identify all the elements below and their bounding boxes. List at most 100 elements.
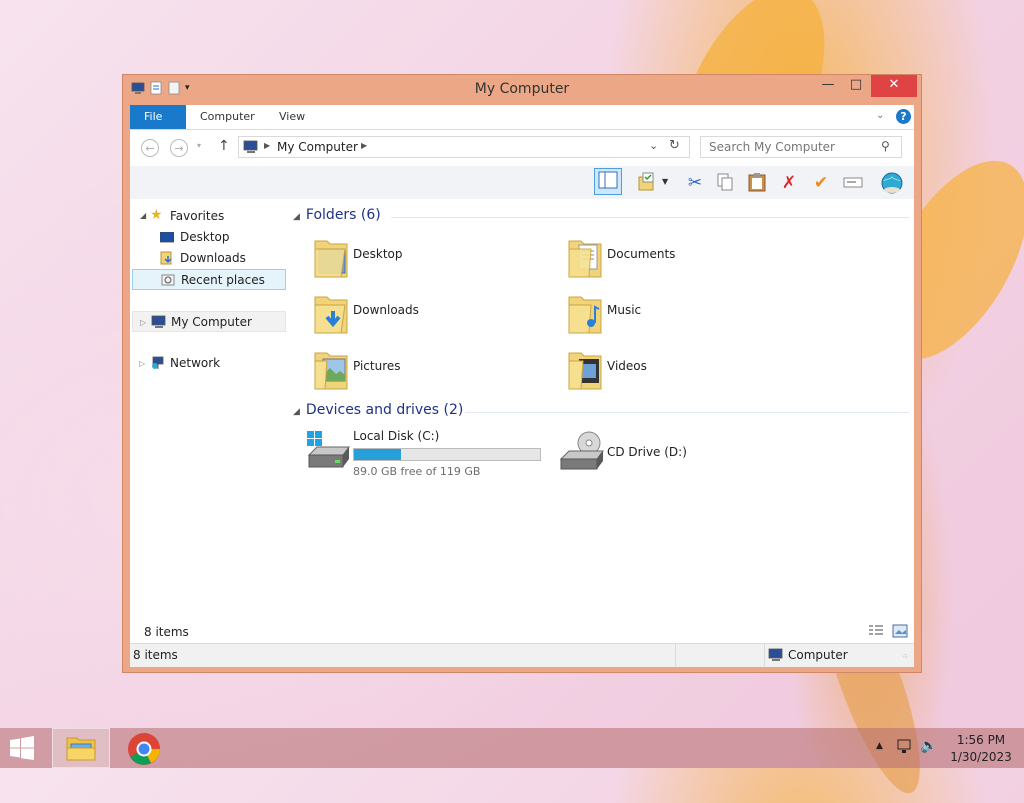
folder-pictures[interactable]: Pictures — [301, 345, 551, 395]
folder-videos[interactable]: Videos — [555, 345, 805, 395]
drive-local-disk[interactable]: Local Disk (C:) 89.0 GB free of 119 GB — [301, 429, 551, 479]
cd-drive-icon — [559, 431, 604, 470]
chrome-icon — [128, 733, 160, 765]
expand-ribbon-icon[interactable]: ⌄ — [876, 110, 884, 121]
folder-downloads[interactable]: Downloads — [301, 289, 551, 339]
group-header-devices[interactable]: ◢ Devices and drives (2) — [293, 402, 909, 418]
sidebar-item-my-computer[interactable]: ▷ My Computer — [132, 311, 286, 332]
tab-view[interactable]: View — [265, 105, 319, 129]
tab-computer[interactable]: Computer — [186, 105, 269, 129]
details-view-icon[interactable] — [868, 624, 884, 641]
preview-pane-icon[interactable] — [594, 168, 622, 195]
search-box[interactable]: Search My Computer ⚲ — [700, 136, 902, 158]
collapse-icon[interactable]: ◢ — [293, 212, 300, 222]
breadcrumb-separator-icon[interactable]: ▶ — [264, 141, 270, 150]
disk-usage-fill — [354, 449, 401, 460]
sidebar-item-favorites[interactable]: ★ Favorites — [132, 206, 286, 227]
refresh-icon[interactable]: ↻ — [669, 138, 680, 153]
computer-icon — [768, 648, 783, 661]
network-icon — [152, 356, 164, 369]
title-bar: ▾ My Computer — □ ✕ — [123, 75, 921, 105]
check-icon[interactable]: ✔ — [809, 171, 833, 195]
folder-music[interactable]: Music — [555, 289, 805, 339]
folder-label: Music — [607, 303, 642, 317]
search-input[interactable]: Search My Computer — [709, 140, 835, 154]
content-area: ◢ ★ Favorites Desktop Downloads Recent p… — [130, 199, 914, 643]
sidebar-item-label: Desktop — [180, 230, 230, 244]
ribbon-tabs: File Computer View ⌄ ? — [130, 105, 914, 129]
downloads-icon — [160, 251, 172, 265]
drive-label: CD Drive (D:) — [607, 445, 687, 459]
large-icons-view-icon[interactable] — [892, 624, 908, 641]
maximize-button[interactable]: □ — [841, 75, 871, 97]
show-hidden-icons-icon[interactable]: ▲ — [876, 741, 883, 751]
forward-button[interactable]: → — [170, 139, 188, 157]
folder-label: Documents — [607, 247, 676, 261]
select-dropdown-icon[interactable]: ▼ — [662, 177, 668, 186]
command-toolbar: ▼ ✂ ✗ ✔ — [130, 166, 914, 200]
up-button[interactable]: ↑ — [218, 138, 230, 154]
expand-icon[interactable]: ▷ — [140, 312, 146, 333]
sidebar-item-desktop[interactable]: Desktop — [132, 227, 286, 248]
disk-usage-bar — [353, 448, 541, 461]
folder-label: Downloads — [353, 303, 419, 317]
sidebar-item-label: Downloads — [180, 251, 246, 265]
minimize-button[interactable]: — — [813, 75, 843, 97]
clock[interactable]: 1:56 PM 1/30/2023 — [950, 733, 1012, 764]
folder-documents[interactable]: Documents — [555, 233, 805, 283]
copy-icon[interactable] — [713, 171, 737, 195]
volume-icon[interactable]: 🔈 — [920, 738, 937, 754]
drive-cd[interactable]: CD Drive (D:) — [555, 429, 805, 479]
close-button[interactable]: ✕ — [871, 75, 917, 97]
recent-places-icon — [161, 274, 175, 286]
paste-icon[interactable] — [745, 171, 769, 195]
breadcrumb-my-computer[interactable]: My Computer — [277, 140, 358, 154]
group-divider — [465, 412, 909, 413]
address-bar[interactable]: ▶ My Computer ▶ ⌄ ↻ — [238, 136, 690, 158]
clock-time: 1:56 PM — [956, 733, 1006, 747]
file-explorer-icon — [66, 737, 96, 761]
address-dropdown-icon[interactable]: ⌄ — [649, 139, 658, 152]
folder-label: Desktop — [353, 247, 403, 261]
collapse-icon[interactable]: ◢ — [293, 407, 300, 417]
item-count: 8 items — [144, 625, 189, 639]
taskbar-explorer-button[interactable] — [52, 728, 110, 768]
clock-date: 1/30/2023 — [950, 750, 1012, 764]
taskbar-chrome-button[interactable] — [122, 728, 166, 768]
sidebar-item-label: Network — [170, 356, 221, 370]
rename-icon[interactable] — [841, 171, 865, 195]
status-separator — [675, 644, 676, 667]
computer-icon — [243, 140, 258, 153]
folder-videos-icon — [568, 352, 602, 390]
start-button[interactable] — [8, 736, 40, 762]
breadcrumb-separator-icon[interactable]: ▶ — [361, 141, 367, 150]
sidebar-item-network[interactable]: ▷ Network — [132, 353, 286, 374]
sidebar-item-recent-places[interactable]: Recent places — [132, 269, 286, 290]
back-button[interactable]: ← — [141, 139, 159, 157]
folder-label: Videos — [607, 359, 647, 373]
search-icon[interactable]: ⚲ — [881, 139, 890, 153]
tab-file[interactable]: File — [130, 105, 186, 129]
sidebar-item-label: Recent places — [181, 273, 265, 287]
network-tray-icon[interactable] — [896, 739, 914, 758]
resize-grip-icon[interactable]: ⁘ — [902, 652, 909, 661]
folder-desktop[interactable]: Desktop — [301, 233, 551, 283]
group-header-folders[interactable]: ◢ Folders (6) — [293, 207, 909, 223]
recent-locations-icon[interactable]: ▾ — [197, 141, 201, 150]
status-item-count: 8 items — [133, 648, 178, 662]
select-icon[interactable] — [635, 171, 659, 195]
disk-free-space: 89.0 GB free of 119 GB — [353, 465, 481, 478]
desktop-icon — [160, 232, 174, 243]
globe-icon[interactable] — [880, 171, 904, 195]
sidebar-item-downloads[interactable]: Downloads — [132, 248, 286, 269]
address-row: ← → ▾ ↑ ▶ My Computer ▶ ⌄ ↻ Search My Co… — [130, 129, 914, 167]
status-bar: 8 items Computer ⁘ — [130, 643, 914, 667]
expand-icon[interactable]: ▷ — [139, 353, 145, 374]
star-icon: ★ — [150, 207, 163, 223]
cut-icon[interactable]: ✂ — [683, 171, 707, 195]
delete-icon[interactable]: ✗ — [777, 171, 801, 195]
help-button[interactable]: ? — [896, 109, 911, 124]
windows-logo-icon — [10, 736, 34, 760]
hard-drive-icon — [307, 431, 350, 468]
folder-documents-icon — [568, 240, 602, 278]
